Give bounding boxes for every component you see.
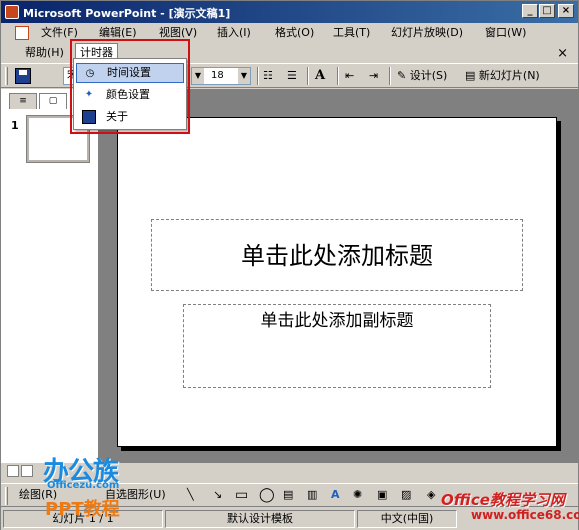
document-close-icon[interactable]: ×	[557, 46, 568, 61]
menu-help[interactable]: 帮助(H)	[21, 43, 68, 63]
powerpoint-window: Microsoft PowerPoint - [演示文稿1] _ □ × 文件(…	[0, 0, 579, 530]
slide-number: 1	[11, 119, 19, 132]
menu-file[interactable]: 文件(F)	[37, 23, 82, 43]
numbered-list-icon[interactable]: ☷	[263, 68, 273, 84]
menu-item-label: 颜色设置	[106, 88, 150, 101]
line-icon[interactable]: ╲	[187, 487, 194, 503]
subtitle-placeholder[interactable]: 单击此处添加副标题	[183, 304, 491, 388]
new-slide-icon: ▤	[465, 69, 476, 82]
bullet-list-icon[interactable]: ☰	[287, 68, 297, 84]
menu-window[interactable]: 窗口(W)	[481, 23, 530, 43]
watermark-right-url: www.office68.com	[471, 508, 579, 522]
close-button[interactable]: ×	[558, 4, 574, 18]
tab-slides[interactable]: ▢	[39, 93, 67, 109]
menu-slideshow[interactable]: 幻灯片放映(D)	[387, 23, 467, 43]
palette-icon: ✦	[84, 89, 94, 100]
increase-indent-icon[interactable]: ⇥	[369, 68, 378, 84]
menu-format[interactable]: 格式(O)	[271, 23, 318, 43]
textbox-icon[interactable]: ▤	[283, 487, 293, 503]
oval-icon[interactable]: ◯	[259, 487, 275, 503]
rectangle-icon[interactable]: ▭	[235, 487, 248, 503]
toolbar-separator	[307, 67, 309, 85]
chevron-down-icon[interactable]: ▼	[238, 68, 250, 84]
timer-menu-item-about[interactable]: 关于	[76, 107, 184, 127]
menu-item-label: 时间设置	[107, 66, 151, 79]
toolbar-separator	[337, 67, 339, 85]
timer-menu: ◷ 时间设置 ✦ 颜色设置 关于	[73, 58, 187, 130]
wordart-icon[interactable]: A	[331, 487, 340, 503]
watermark-right-logo: Office教程学习网	[441, 491, 565, 509]
document-icon[interactable]	[15, 26, 29, 40]
design-button[interactable]: ✎ 设计(S)	[397, 68, 447, 84]
picture-icon[interactable]: ▨	[401, 487, 411, 503]
toolbar-grip[interactable]	[5, 67, 8, 85]
font-size-combo[interactable]: ▼ 18 ▼	[191, 67, 251, 85]
status-language: 中文(中国)	[357, 510, 457, 528]
toolbar-separator	[257, 67, 259, 85]
timer-menu-item-time-settings[interactable]: ◷ 时间设置	[76, 63, 184, 83]
powerpoint-icon	[5, 5, 19, 19]
status-template: 默认设计模板	[165, 510, 355, 528]
menu-item-label: 关于	[106, 110, 128, 123]
chevron-down-icon[interactable]: ▼	[192, 68, 204, 84]
menu-tools[interactable]: 工具(T)	[329, 23, 374, 43]
sorter-view-icon[interactable]	[21, 465, 33, 477]
toolbar-separator	[389, 67, 391, 85]
menu-view[interactable]: 视图(V)	[155, 23, 201, 43]
menu-bar: 文件(F) 编辑(E) 视图(V) 插入(I) 格式(O) 工具(T) 幻灯片放…	[1, 23, 578, 63]
tab-outline[interactable]: ≡	[9, 93, 37, 109]
watermark-site: Officezu.com	[47, 480, 120, 491]
vertical-textbox-icon[interactable]: ▥	[307, 487, 317, 503]
design-label: 设计(S)	[409, 69, 448, 82]
fill-color-icon[interactable]: ◈	[427, 487, 435, 503]
title-placeholder[interactable]: 单击此处添加标题	[151, 219, 523, 291]
watermark-ppt: PPT教程	[45, 499, 120, 520]
menu-edit[interactable]: 编辑(E)	[95, 23, 141, 43]
diagram-icon[interactable]: ✺	[353, 487, 362, 503]
design-icon: ✎	[397, 69, 407, 82]
decrease-indent-icon[interactable]: ⇤	[345, 68, 354, 84]
title-bar[interactable]: Microsoft PowerPoint - [演示文稿1] _ □ ×	[1, 1, 578, 23]
arrow-icon[interactable]: ↘	[213, 487, 222, 503]
save-icon[interactable]	[15, 68, 31, 84]
toolbar-grip[interactable]	[5, 487, 8, 505]
clock-icon: ◷	[85, 68, 95, 79]
new-slide-button[interactable]: ▤ 新幻灯片(N)	[465, 68, 540, 84]
menu-insert[interactable]: 插入(I)	[213, 23, 255, 43]
new-slide-label: 新幻灯片(N)	[478, 69, 540, 82]
clipart-icon[interactable]: ▣	[377, 487, 387, 503]
window-title: Microsoft PowerPoint - [演示文稿1]	[23, 7, 231, 20]
timer-menu-item-color-settings[interactable]: ✦ 颜色设置	[76, 85, 184, 105]
maximize-button[interactable]: □	[539, 4, 555, 18]
font-size-increase-icon[interactable]: A	[315, 68, 325, 84]
save-disk-icon	[82, 110, 96, 124]
minimize-button[interactable]: _	[522, 4, 538, 18]
normal-view-icon[interactable]	[7, 465, 19, 477]
